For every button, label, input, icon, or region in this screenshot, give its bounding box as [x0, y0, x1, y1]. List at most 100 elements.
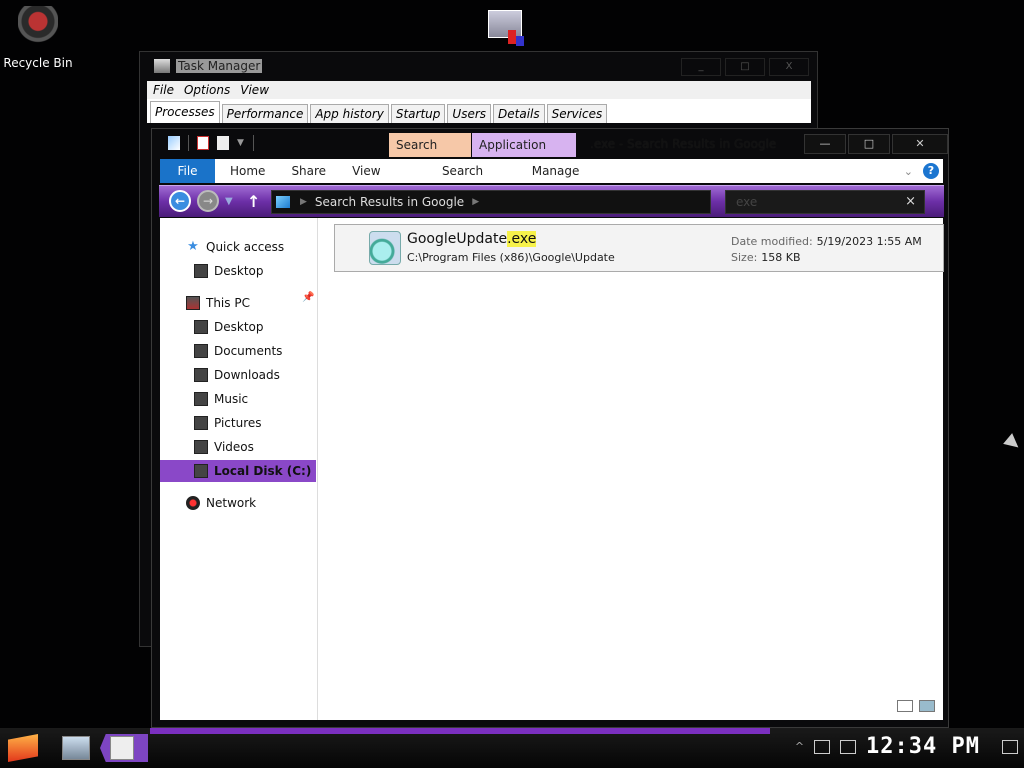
ribbon-tab-manage[interactable]: Manage: [504, 159, 608, 183]
search-tools-context-tab[interactable]: Search Tools: [389, 133, 471, 176]
ribbon-tab-file[interactable]: File: [160, 159, 215, 183]
sidebar-item-this-pc[interactable]: This PC: [186, 292, 250, 314]
music-folder-icon: [194, 392, 208, 406]
tab-processes[interactable]: Processes: [150, 101, 220, 123]
sidebar-item-label: This PC: [206, 296, 250, 310]
sidebar-item-network[interactable]: Network: [186, 492, 256, 514]
notifications-icon[interactable]: [1002, 739, 1018, 754]
ribbon-tab-search[interactable]: Search: [422, 159, 504, 183]
customize-toolbar-chevron-icon[interactable]: ▼: [237, 139, 245, 148]
new-folder-icon[interactable]: [217, 136, 229, 150]
quick-access-toolbar: ▼: [168, 135, 254, 151]
ribbon-tab-home[interactable]: Home: [217, 159, 278, 183]
result-file-path: C:\Program Files (x86)\Google\Update: [407, 251, 615, 264]
recycle-bin-label: Recycle Bin: [3, 56, 73, 70]
sidebar-item-local-disk[interactable]: Local Disk (C:): [160, 460, 316, 482]
ribbon-tab-view[interactable]: View: [339, 159, 393, 183]
address-bar[interactable]: ▶ Search Results in Google ▶: [271, 190, 711, 214]
tab-details[interactable]: Details: [493, 104, 545, 123]
help-icon[interactable]: ?: [923, 163, 939, 179]
taskbar-explorer-icon[interactable]: [110, 736, 134, 760]
volume-icon[interactable]: [840, 739, 857, 754]
navigation-bar: ← → ▼ ↑ ▶ Search Results in Google ▶ exe…: [159, 185, 944, 217]
computer-shortcut-icon[interactable]: [486, 8, 528, 48]
clock[interactable]: 12:34 PM: [866, 734, 980, 759]
expand-ribbon-chevron-icon[interactable]: ⌄: [904, 165, 913, 178]
tm-menu-options[interactable]: Options: [184, 83, 230, 97]
result-file-ext-highlight: .exe: [507, 231, 537, 247]
close-button[interactable]: ✕: [892, 134, 948, 154]
navigation-pane: ★ Quick access Desktop 📌 This PC Desktop: [160, 218, 318, 720]
back-button[interactable]: ←: [169, 190, 191, 212]
up-button[interactable]: ↑: [247, 192, 260, 211]
folder-icon[interactable]: [168, 136, 180, 150]
sidebar-item-quick-access[interactable]: ★ Quick access: [186, 236, 284, 258]
start-button[interactable]: [8, 734, 38, 762]
result-date-modified: Date modified: 5/19/2023 1:55 AM: [731, 235, 922, 248]
sidebar-item-music[interactable]: Music: [194, 388, 248, 410]
sidebar-item-downloads[interactable]: Downloads: [194, 364, 280, 386]
clear-search-button[interactable]: ×: [905, 191, 916, 213]
recycle-bin-icon: [18, 6, 58, 50]
properties-icon[interactable]: [197, 136, 209, 150]
sidebar-item-label: Music: [214, 392, 249, 406]
show-hidden-icons-chevron-icon[interactable]: ^: [795, 740, 804, 753]
videos-folder-icon: [194, 440, 208, 454]
network-icon: [186, 496, 200, 510]
search-query: exe: [736, 195, 758, 209]
tab-services[interactable]: Services: [546, 104, 608, 123]
tab-users[interactable]: Users: [447, 104, 492, 123]
search-result-item[interactable]: GoogleUpdate.exe C:\Program Files (x86)\…: [334, 224, 944, 272]
task-manager-title: Task Manager: [176, 59, 263, 73]
tab-startup[interactable]: Startup: [390, 104, 446, 123]
network-tray-icon[interactable]: [814, 739, 831, 754]
mouse-cursor-icon: [1003, 433, 1023, 453]
tm-minimize-button[interactable]: _: [681, 58, 721, 76]
installer-icon: [369, 231, 401, 265]
address-path[interactable]: Search Results in Google: [315, 195, 464, 209]
sidebar-item-qa-desktop[interactable]: Desktop: [194, 260, 264, 282]
details-view-icon[interactable]: [897, 700, 913, 712]
result-file-name: GoogleUpdate.exe: [407, 231, 537, 247]
sidebar-item-desktop[interactable]: Desktop: [194, 316, 264, 338]
sidebar-item-label: Desktop: [214, 320, 264, 334]
large-icons-view-icon[interactable]: [919, 700, 935, 712]
sidebar-item-label: Quick access: [206, 240, 285, 254]
task-manager-tabs: Processes Performance App history Startu…: [147, 99, 811, 123]
pin-icon: 📌: [302, 292, 315, 303]
explorer-window-controls: — □ ✕: [804, 134, 948, 154]
search-input[interactable]: exe ×: [725, 190, 925, 214]
pictures-folder-icon: [194, 416, 208, 430]
breadcrumb-chevron-icon[interactable]: ▶: [472, 197, 479, 207]
view-toggle: [897, 700, 935, 712]
result-size: Size: 158 KB: [731, 251, 801, 264]
ribbon-tab-share[interactable]: Share: [278, 159, 339, 183]
minimize-button[interactable]: —: [804, 134, 846, 154]
explorer-titlebar[interactable]: ▼ Search Tools Application Tools .exe - …: [152, 129, 950, 176]
explorer-window: ▼ Search Tools Application Tools .exe - …: [151, 128, 949, 728]
tab-performance[interactable]: Performance: [221, 104, 309, 123]
result-file-base: GoogleUpdate: [407, 231, 508, 247]
computer-icon: [186, 296, 200, 310]
documents-folder-icon: [194, 344, 208, 358]
sidebar-item-label: Local Disk (C:): [214, 464, 312, 478]
sidebar-item-label: Downloads: [214, 368, 280, 382]
breadcrumb-separator-icon[interactable]: ▶: [300, 197, 307, 207]
application-tools-context-tab[interactable]: Application Tools: [472, 133, 576, 176]
tm-close-button[interactable]: X: [769, 58, 809, 76]
recycle-bin-shortcut[interactable]: Recycle Bin: [0, 6, 76, 70]
task-manager-menubar: File Options View: [147, 81, 811, 99]
sidebar-item-videos[interactable]: Videos: [194, 436, 254, 458]
sidebar-item-pictures[interactable]: Pictures: [194, 412, 262, 434]
tab-app-history[interactable]: App history: [310, 104, 389, 123]
sidebar-item-documents[interactable]: Documents: [194, 340, 282, 362]
maximize-button[interactable]: □: [848, 134, 890, 154]
tm-menu-view[interactable]: View: [240, 83, 269, 97]
recent-locations-chevron-icon[interactable]: ▼: [225, 196, 233, 207]
tm-maximize-button[interactable]: □: [725, 58, 765, 76]
sidebar-item-label: Pictures: [214, 416, 262, 430]
forward-button[interactable]: →: [197, 190, 219, 212]
taskbar-task-manager-icon[interactable]: [62, 736, 90, 760]
tm-menu-file[interactable]: File: [153, 83, 174, 97]
sidebar-item-label: Videos: [214, 440, 254, 454]
